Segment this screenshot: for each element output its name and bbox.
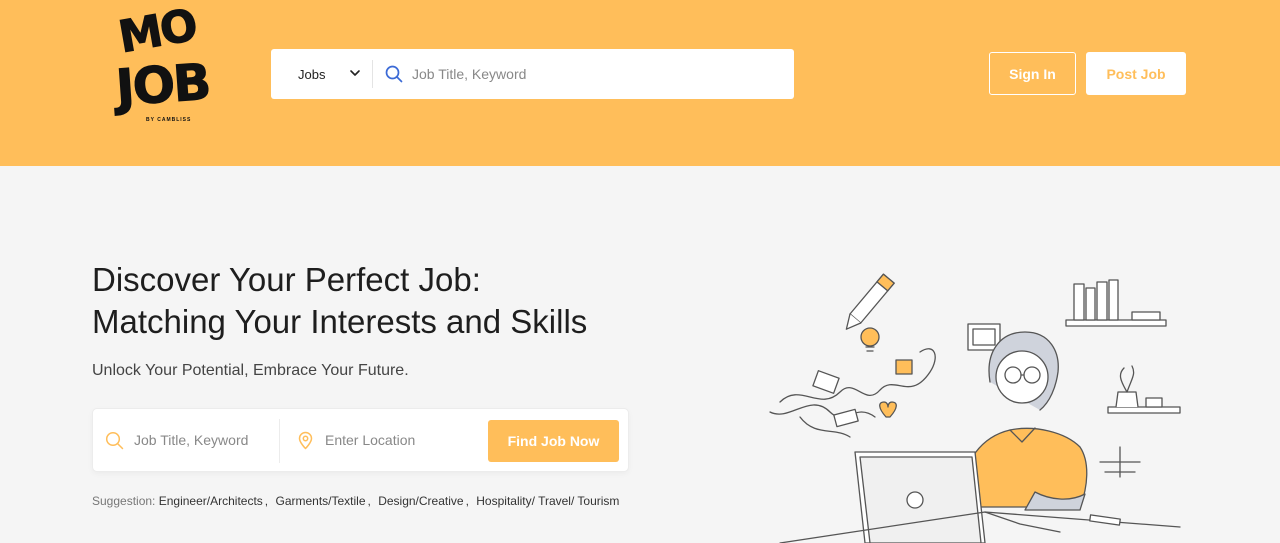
hero-subtitle: Unlock Your Potential, Embrace Your Futu…	[92, 362, 409, 379]
header-search-input[interactable]	[412, 66, 772, 82]
header-search-bar: Jobs	[271, 49, 794, 99]
location-pin-icon	[298, 431, 313, 449]
mojob-logo[interactable]: MO JOB BY CAMBLISS	[114, 0, 230, 128]
sign-in-button[interactable]: Sign In	[989, 52, 1076, 95]
search-icon	[105, 431, 124, 449]
hero-title-line2: Matching Your Interests and Skills	[92, 303, 588, 340]
suggestion-separator: ,	[367, 494, 371, 508]
logo-line1: MO	[114, 0, 200, 64]
location-input[interactable]	[325, 432, 465, 448]
suggestion-separator: ,	[465, 494, 469, 508]
post-job-button[interactable]: Post Job	[1086, 52, 1186, 95]
category-select-value: Jobs	[298, 66, 326, 82]
field-divider	[279, 419, 280, 463]
suggestion-link[interactable]: Design/Creative	[378, 494, 463, 508]
hero-illustration	[769, 273, 1181, 543]
find-job-button[interactable]: Find Job Now	[488, 420, 619, 462]
suggestions-label: Suggestion:	[92, 494, 156, 508]
hero-title-line1: Discover Your Perfect Job:	[92, 261, 481, 298]
keyword-input[interactable]	[134, 432, 274, 448]
site-header: MO JOB BY CAMBLISS Jobs Sign In Post Job	[0, 0, 1280, 166]
category-select[interactable]: Jobs	[271, 60, 373, 88]
job-search-form: Find Job Now	[92, 408, 629, 472]
location-field	[296, 409, 481, 471]
search-icon	[385, 65, 403, 83]
suggestion-link[interactable]: Garments/Textile	[275, 494, 365, 508]
keyword-field	[105, 409, 280, 471]
suggestion-link[interactable]: Engineer/Architects	[159, 494, 263, 508]
chevron-down-icon	[350, 70, 360, 76]
hero-title: Discover Your Perfect Job: Matching Your…	[92, 259, 587, 343]
suggestion-separator: ,	[264, 494, 269, 508]
suggestion-link[interactable]: Hospitality/ Travel/ Tourism	[476, 494, 619, 508]
logo-tagline: BY CAMBLISS	[146, 117, 192, 123]
logo-line2: JOB	[114, 52, 212, 118]
suggestions: Suggestion: Engineer/Architects, Garment…	[92, 494, 619, 508]
